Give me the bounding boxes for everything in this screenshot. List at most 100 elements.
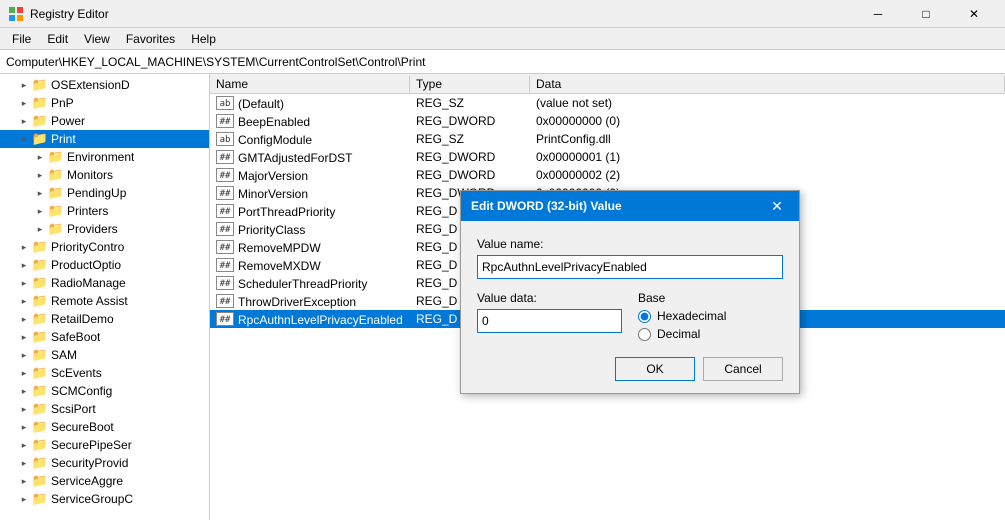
tree-item-label: SecurityProvid (51, 456, 128, 470)
tree-item[interactable]: ▸📁Providers (0, 220, 209, 238)
dialog-data-row: Value data: Base Hexadecimal Decimal (477, 291, 783, 341)
value-data-input[interactable] (477, 309, 622, 333)
minimize-button[interactable]: ─ (855, 0, 901, 28)
folder-icon: 📁 (32, 131, 48, 147)
hex-radio-label[interactable]: Hexadecimal (638, 309, 783, 323)
ok-button[interactable]: OK (615, 357, 695, 381)
tree-expander-icon[interactable]: ▸ (16, 419, 32, 435)
value-type-cell: REG_DWORD (410, 113, 530, 129)
tree-expander-icon[interactable]: ▸ (16, 239, 32, 255)
tree-expander-icon[interactable]: ▸ (16, 383, 32, 399)
tree-expander-icon[interactable]: ▸ (16, 77, 32, 93)
address-bar: Computer\HKEY_LOCAL_MACHINE\SYSTEM\Curre… (0, 50, 1005, 74)
menu-edit[interactable]: Edit (39, 30, 76, 48)
close-button[interactable]: ✕ (951, 0, 997, 28)
menu-file[interactable]: File (4, 30, 39, 48)
tree-item[interactable]: ▸📁ServiceGroupC (0, 490, 209, 508)
tree-item[interactable]: ▾📁Print (0, 130, 209, 148)
tree-pane[interactable]: ▸📁OSExtensionD▸📁PnP▸📁Power▾📁Print▸📁Envir… (0, 74, 210, 520)
tree-item[interactable]: ▸📁PriorityContro (0, 238, 209, 256)
tree-expander-icon[interactable]: ▸ (16, 491, 32, 507)
tree-item[interactable]: ▸📁Power (0, 112, 209, 130)
folder-icon: 📁 (32, 95, 48, 111)
value-name-cell: ab(Default) (210, 95, 410, 112)
window-controls: ─ □ ✕ (855, 0, 997, 28)
col-header-data: Data (530, 76, 1005, 92)
tree-expander-icon[interactable]: ▸ (16, 113, 32, 129)
tree-item[interactable]: ▸📁Environment (0, 148, 209, 166)
menu-help[interactable]: Help (183, 30, 224, 48)
folder-icon: 📁 (32, 329, 48, 345)
tree-item-label: ServiceAggre (51, 474, 123, 488)
base-radio-group: Hexadecimal Decimal (638, 309, 783, 341)
maximize-button[interactable]: □ (903, 0, 949, 28)
tree-expander-icon[interactable]: ▸ (16, 293, 32, 309)
tree-item[interactable]: ▸📁SecurePipeSer (0, 436, 209, 454)
tree-expander-icon[interactable]: ▸ (16, 329, 32, 345)
folder-icon: 📁 (32, 401, 48, 417)
tree-expander-icon[interactable]: ▸ (16, 473, 32, 489)
value-name-text: RpcAuthnLevelPrivacyEnabled (238, 312, 403, 326)
hex-radio[interactable] (638, 310, 651, 323)
table-row[interactable]: ab(Default)REG_SZ(value not set) (210, 94, 1005, 112)
value-data-label: Value data: (477, 291, 622, 305)
dec-radio-label[interactable]: Decimal (638, 327, 783, 341)
dec-radio[interactable] (638, 328, 651, 341)
menu-view[interactable]: View (76, 30, 118, 48)
tree-item[interactable]: ▸📁SecureBoot (0, 418, 209, 436)
tree-expander-icon[interactable]: ▸ (16, 437, 32, 453)
tree-item-label: SCMConfig (51, 384, 112, 398)
value-type-cell: REG_DWORD (410, 149, 530, 165)
folder-icon: 📁 (32, 437, 48, 453)
tree-expander-icon[interactable]: ▸ (16, 95, 32, 111)
tree-expander-icon[interactable]: ▸ (16, 257, 32, 273)
table-row[interactable]: ##MajorVersionREG_DWORD0x00000002 (2) (210, 166, 1005, 184)
tree-item-label: Environment (67, 150, 134, 164)
tree-item[interactable]: ▸📁Remote Assist (0, 292, 209, 310)
tree-item[interactable]: ▸📁RetailDemo (0, 310, 209, 328)
tree-item[interactable]: ▸📁Monitors (0, 166, 209, 184)
tree-item[interactable]: ▸📁ServiceAggre (0, 472, 209, 490)
tree-item[interactable]: ▸📁OSExtensionD (0, 76, 209, 94)
tree-item[interactable]: ▸📁SAM (0, 346, 209, 364)
edit-dword-dialog: Edit DWORD (32-bit) Value ✕ Value name: … (460, 190, 800, 394)
col-header-name: Name (210, 76, 410, 92)
reg-value-icon: ## (216, 240, 234, 254)
menu-favorites[interactable]: Favorites (118, 30, 183, 48)
table-row[interactable]: ##GMTAdjustedForDSTREG_DWORD0x00000001 (… (210, 148, 1005, 166)
tree-item[interactable]: ▸📁SecurityProvid (0, 454, 209, 472)
tree-item[interactable]: ▸📁ScEvents (0, 364, 209, 382)
tree-expander-icon[interactable]: ▸ (32, 203, 48, 219)
cancel-button[interactable]: Cancel (703, 357, 783, 381)
tree-item[interactable]: ▸📁SCMConfig (0, 382, 209, 400)
tree-item-label: Printers (67, 204, 108, 218)
tree-item[interactable]: ▸📁ScsiPort (0, 400, 209, 418)
tree-item[interactable]: ▸📁ProductOptio (0, 256, 209, 274)
tree-expander-icon[interactable]: ▸ (32, 167, 48, 183)
value-name-input[interactable] (477, 255, 783, 279)
tree-expander-icon[interactable]: ▾ (16, 131, 32, 147)
tree-expander-icon[interactable]: ▸ (16, 455, 32, 471)
table-row[interactable]: ##BeepEnabledREG_DWORD0x00000000 (0) (210, 112, 1005, 130)
tree-item[interactable]: ▸📁PendingUp (0, 184, 209, 202)
folder-icon: 📁 (32, 257, 48, 273)
table-row[interactable]: abConfigModuleREG_SZPrintConfig.dll (210, 130, 1005, 148)
reg-value-icon: ## (216, 312, 234, 326)
tree-expander-icon[interactable]: ▸ (32, 149, 48, 165)
tree-expander-icon[interactable]: ▸ (16, 311, 32, 327)
folder-icon: 📁 (32, 347, 48, 363)
tree-item[interactable]: ▸📁PnP (0, 94, 209, 112)
reg-value-icon: ## (216, 186, 234, 200)
tree-expander-icon[interactable]: ▸ (16, 365, 32, 381)
value-name-text: SchedulerThreadPriority (238, 276, 367, 290)
tree-item[interactable]: ▸📁Printers (0, 202, 209, 220)
tree-item[interactable]: ▸📁RadioManage (0, 274, 209, 292)
tree-item[interactable]: ▸📁SafeBoot (0, 328, 209, 346)
dialog-close-button[interactable]: ✕ (765, 194, 789, 218)
tree-expander-icon[interactable]: ▸ (32, 185, 48, 201)
tree-expander-icon[interactable]: ▸ (16, 347, 32, 363)
tree-expander-icon[interactable]: ▸ (32, 221, 48, 237)
reg-value-icon: ab (216, 132, 234, 146)
tree-expander-icon[interactable]: ▸ (16, 401, 32, 417)
tree-expander-icon[interactable]: ▸ (16, 275, 32, 291)
